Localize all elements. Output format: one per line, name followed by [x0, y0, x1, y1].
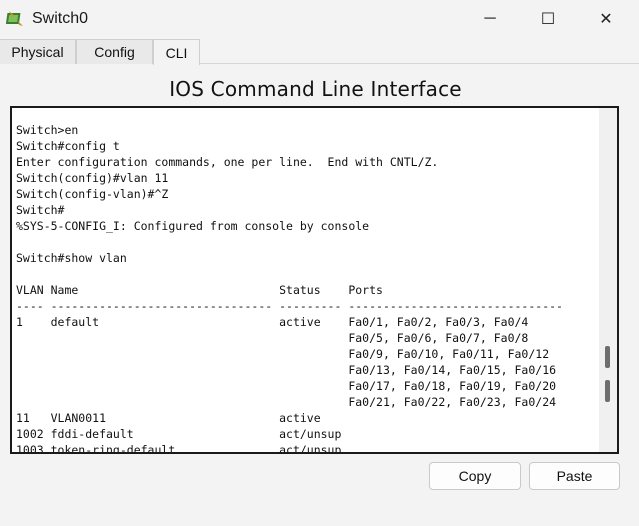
cli-terminal[interactable]: Switch>en Switch#config t Enter configur…	[10, 106, 619, 454]
maximize-icon: ☐	[540, 11, 556, 28]
window-title: Switch0	[32, 10, 89, 27]
title-bar: Switch0 ─ ☐ ✕	[0, 0, 639, 38]
minimize-button[interactable]: ─	[461, 0, 519, 38]
minimize-icon: ─	[484, 10, 496, 27]
maximize-button[interactable]: ☐	[519, 0, 577, 38]
terminal-scrollbar[interactable]	[599, 108, 617, 452]
terminal-output[interactable]: Switch>en Switch#config t Enter configur…	[16, 122, 563, 452]
cli-heading: IOS Command Line Interface	[169, 77, 462, 101]
tab-physical[interactable]: Physical	[0, 39, 76, 64]
copy-button[interactable]: Copy	[429, 462, 521, 490]
scrollbar-thumb[interactable]	[605, 346, 610, 368]
close-icon: ✕	[599, 11, 613, 28]
tab-cli[interactable]: CLI	[153, 39, 200, 65]
switch-device-icon	[5, 9, 26, 29]
scrollbar-thumb-secondary[interactable]	[605, 380, 610, 402]
paste-button[interactable]: Paste	[529, 462, 620, 490]
tab-config[interactable]: Config	[76, 39, 153, 64]
close-button[interactable]: ✕	[577, 0, 635, 38]
